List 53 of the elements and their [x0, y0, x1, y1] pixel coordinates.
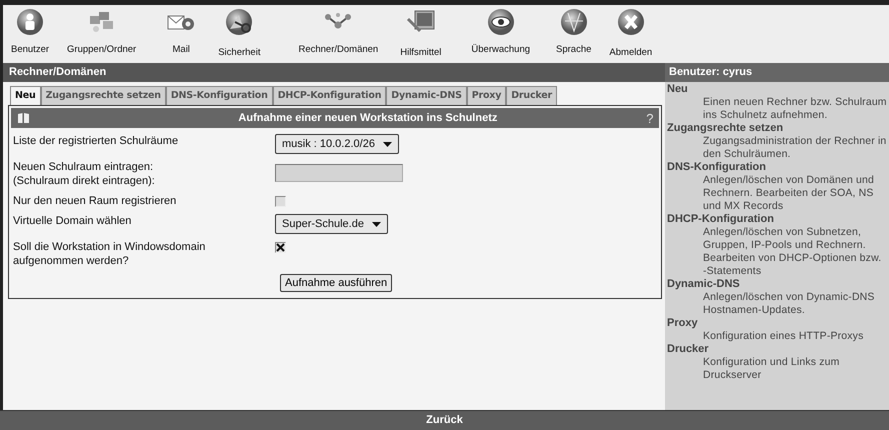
- toolbar-button[interactable]: Rechner/Domänen: [298, 7, 378, 58]
- field-label: Soll die Workstation in Windowsdomain aufgenommen werden?: [13, 240, 206, 268]
- tab[interactable]: Proxy: [466, 86, 506, 106]
- help-heading: DHCP-Konfiguration: [667, 213, 775, 226]
- tab[interactable]: Dynamic-DNS: [386, 86, 467, 106]
- help-description: Anlegen/löschen von Subnetzen, Gruppen, IP-Pools und Rechnern. Bearbeiten von DHCP-Optionen bzw. -Statements: [702, 226, 882, 278]
- checkbox[interactable]: [275, 196, 286, 208]
- caret-icon: [372, 222, 381, 227]
- toolbar-button[interactable]: Sicherheit: [218, 7, 260, 60]
- field-label: Virtuelle Domain wählen: [13, 214, 132, 230]
- help-heading: Drucker: [667, 343, 710, 356]
- caret-icon: [382, 142, 392, 147]
- field-label: Nur den neuen Raum registrieren: [13, 194, 178, 208]
- key-icon: [224, 7, 254, 37]
- toolbar-button[interactable]: Hilfsmittel: [400, 7, 442, 60]
- close-icon: [616, 7, 646, 37]
- input-field[interactable]: [275, 164, 403, 182]
- tab[interactable]: DHCP-Konfiguration: [272, 86, 386, 106]
- help-heading: Neu: [667, 83, 689, 96]
- tab[interactable]: Neu: [10, 86, 41, 106]
- help-description: Konfiguration und Links zum Druckserver: [702, 356, 841, 382]
- toolbar-button[interactable]: Benutzer: [11, 7, 50, 58]
- eye-icon: [486, 7, 516, 37]
- help-description: Einen neuen Rechner bzw. Schulraum ins Schulnetz aufnehmen.: [702, 96, 887, 122]
- toolbar-button[interactable]: Sprache: [556, 7, 592, 58]
- tab[interactable]: DNS-Konfiguration: [166, 86, 273, 106]
- help-description: Konfiguration eines HTTP-Proxys: [702, 330, 864, 343]
- form-title: Aufnahme einer neuen Workstation ins Schulnetz: [237, 111, 498, 126]
- toolbar-button[interactable]: Gruppen/Ordner: [67, 7, 136, 58]
- submit-button[interactable]: Aufnahme ausführen: [280, 274, 392, 292]
- book-icon: [16, 112, 30, 124]
- help-description: Anlegen/löschen von Domänen und Rechnern. Bearbeiten der SOA, NS und MX Records: [702, 174, 876, 213]
- help-description: Anlegen/löschen von Dynamic-DNS Hostnamen-Updates.: [702, 291, 876, 317]
- help-link[interactable]: ?: [646, 108, 654, 128]
- tab[interactable]: Drucker: [506, 86, 557, 106]
- field-label: Neuen Schulraum eintragen: (Schulraum direkt eintragen):: [13, 160, 156, 188]
- help-heading: Proxy: [667, 317, 699, 330]
- dropdown[interactable]: musik : 10.0.2.0/26: [275, 134, 399, 154]
- checkbox[interactable]: [275, 242, 286, 254]
- section-title: Rechner/Domänen: [9, 66, 106, 78]
- toolbar-button[interactable]: Mail: [166, 7, 196, 58]
- field-label: Liste der registrierten Schulräume: [13, 134, 180, 150]
- tab[interactable]: Zugangsrechte setzen: [40, 86, 166, 106]
- help-heading: Zugangsrechte setzen: [667, 122, 784, 135]
- back-link[interactable]: Zurück: [426, 412, 463, 429]
- toolbar-button[interactable]: Überwachung: [471, 7, 530, 58]
- user-icon: [15, 7, 46, 37]
- help-description: Zugangsadministration der Rechner in den Schulräumen.: [702, 135, 887, 161]
- toolbar-button[interactable]: Abmelden: [609, 7, 652, 60]
- dropdown[interactable]: Super-Schule.de: [275, 214, 388, 234]
- user-title: Benutzer: cyrus: [669, 66, 752, 78]
- help-heading: Dynamic-DNS: [667, 278, 741, 291]
- help-heading: DNS-Konfiguration: [667, 161, 767, 174]
